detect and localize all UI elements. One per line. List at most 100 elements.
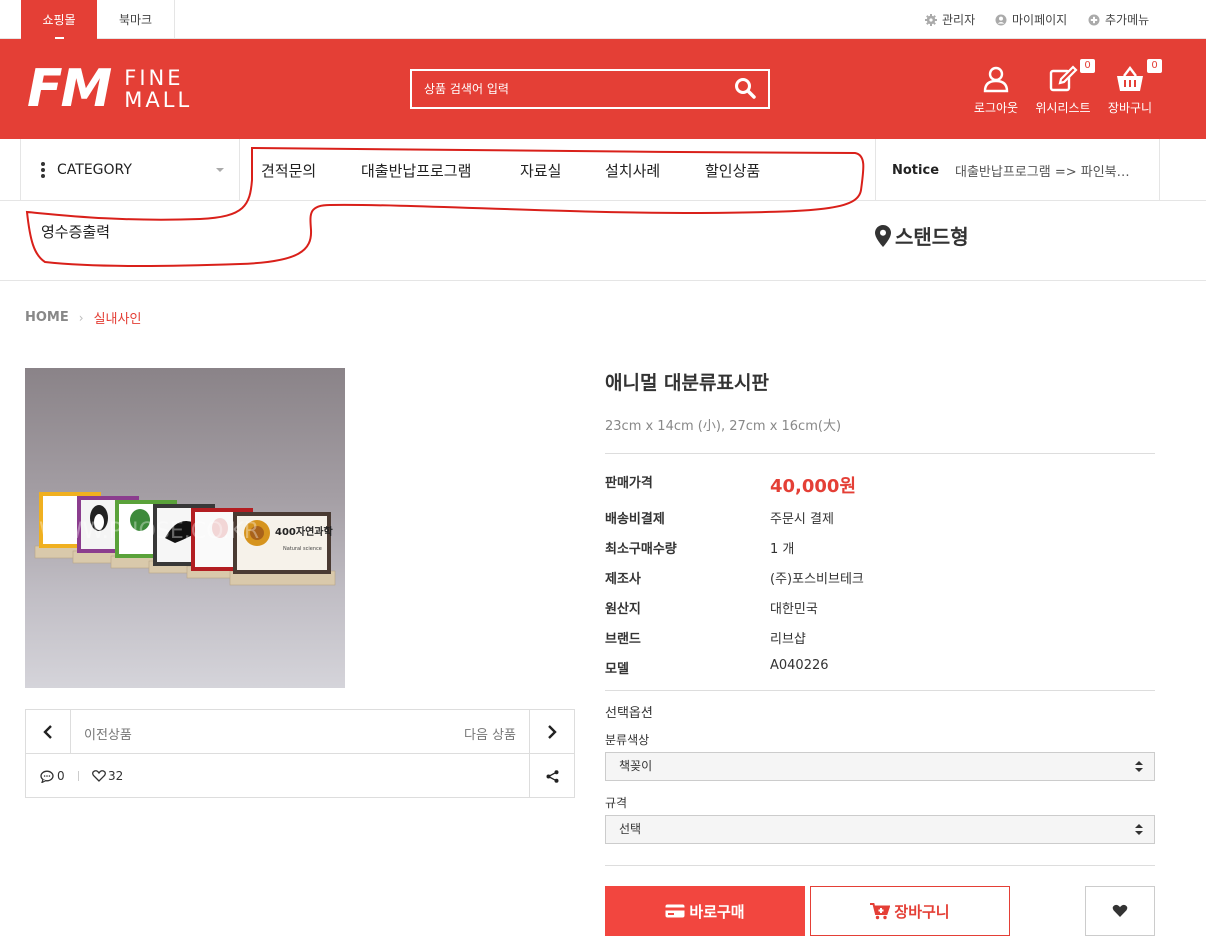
spec-key: 최소구매수량 (605, 542, 677, 557)
option-section-title: 선택옵션 (605, 706, 653, 721)
search-icon (735, 78, 756, 99)
logout-button[interactable]: 로그아웃 (961, 65, 1031, 116)
search-input[interactable] (424, 71, 724, 107)
option1-value: 책꽂이 (619, 759, 653, 773)
spec-value: (주)포스비브테크 (770, 572, 864, 587)
divider (605, 690, 1155, 691)
spec-key: 모델 (605, 662, 629, 677)
admin-label: 관리자 (942, 13, 976, 27)
category-dropdown[interactable]: CATEGORY (20, 139, 240, 201)
share-button[interactable] (529, 754, 574, 798)
search-box (410, 69, 770, 109)
comment-icon (40, 770, 54, 783)
spec-key: 원산지 (605, 602, 641, 617)
comment-count[interactable]: 0 (40, 769, 65, 783)
notice-label: Notice (892, 162, 940, 178)
next-product-button[interactable] (529, 710, 574, 754)
nav-item-installations[interactable]: 설치사례 (605, 139, 660, 201)
breadcrumb-current[interactable]: 실내사인 (94, 308, 142, 327)
wishlist-button[interactable]: 0 위시리스트 (1028, 59, 1098, 116)
location-title: 스탠드형 (875, 221, 969, 250)
spec-value: 주문시 결제 (770, 512, 834, 527)
notice-ticker[interactable]: Notice 대출반납프로그램 => 파인북… (875, 139, 1160, 201)
site-logo[interactable]: FM FINE MALL (27, 63, 192, 115)
basket-icon (1117, 66, 1143, 91)
more-menu-label: 추가메뉴 (1105, 13, 1150, 27)
wishlist-count-badge: 0 (1080, 59, 1095, 73)
card-subtitle: Natural science (283, 546, 322, 552)
location-label: 스탠드형 (895, 225, 969, 249)
cart-label: 장바구니 (1107, 101, 1153, 115)
chevron-left-icon (43, 725, 52, 739)
chevron-right-icon (548, 725, 557, 739)
spec-key: 브랜드 (605, 632, 641, 647)
nav-item-loan-program[interactable]: 대출반납프로그램 (361, 139, 471, 201)
updown-arrow-icon (1135, 824, 1143, 836)
chevron-right-icon: › (78, 310, 84, 325)
user-circle-icon (995, 14, 1007, 25)
next-product-label[interactable]: 다음 상품 (464, 724, 516, 743)
spec-key: 배송비결제 (605, 512, 665, 527)
tab-shoppingmall[interactable]: 쇼핑몰 (21, 0, 97, 39)
mypage-link[interactable]: 마이페이지 (995, 0, 1067, 39)
watermark-text: WWW.PHOSE.CO.KR (39, 519, 259, 544)
option2-label: 규격 (605, 796, 628, 810)
nav-item-archive[interactable]: 자료실 (520, 139, 561, 201)
spec-key: 판매가격 (605, 476, 653, 491)
credit-card-icon (665, 904, 685, 918)
price-value: 40,000원 (770, 476, 857, 497)
like-count-value: 32 (108, 769, 124, 783)
cart-plus-icon (870, 902, 891, 919)
cart-count-badge: 0 (1147, 59, 1162, 73)
option1-label: 분류색상 (605, 733, 650, 747)
breadcrumb-home[interactable]: HOME (25, 310, 69, 325)
breadcrumb: HOME › 실내사인 (25, 308, 141, 327)
nav-item-sale[interactable]: 할인상품 (705, 139, 760, 201)
pager-row: 이전상품 다음 상품 (26, 710, 574, 754)
spec-value: 리브샵 (770, 632, 806, 647)
category-label: CATEGORY (57, 162, 132, 178)
secondary-nav: 영수증출력 스탠드형 (0, 201, 1206, 281)
spec-value: 1 개 (770, 542, 795, 557)
logo-sub-text: FINE MALL (124, 67, 192, 111)
wishlist-heart-button[interactable] (1085, 886, 1155, 936)
logout-label: 로그아웃 (973, 101, 1019, 115)
logo-sub-line2: MALL (124, 88, 193, 112)
tab-label: 쇼핑몰 (42, 13, 76, 27)
comment-count-value: 0 (57, 769, 65, 783)
tab-label: 북마크 (118, 13, 153, 27)
spec-value: A040226 (770, 658, 829, 673)
option2-select[interactable]: 선택 (605, 815, 1155, 844)
gear-icon (925, 13, 937, 26)
top-utility-bar: 쇼핑몰 북마크 관리자 마이페이지 추가메뉴 (0, 0, 1206, 39)
updown-arrow-icon (1135, 761, 1143, 773)
divider (605, 865, 1155, 866)
nav-item-quote[interactable]: 견적문의 (261, 139, 316, 201)
cart-button[interactable]: 0 장바구니 (1095, 59, 1165, 116)
share-icon (546, 769, 558, 783)
logo-sub-line1: FINE (124, 66, 184, 90)
kebab-icon (41, 160, 45, 180)
heart-outline-icon (92, 770, 106, 782)
nav-item-receipt[interactable]: 영수증출력 (41, 221, 110, 242)
search-button[interactable] (734, 77, 758, 101)
card-title: 400자연과학 (275, 525, 333, 538)
product-size: 23cm x 14cm (小), 27cm x 16cm(大) (605, 419, 842, 434)
wishlist-label: 위시리스트 (1035, 101, 1091, 115)
prev-product-label[interactable]: 이전상품 (84, 724, 132, 743)
social-row: 0 32 (26, 754, 574, 798)
admin-link[interactable]: 관리자 (925, 0, 975, 39)
option2-value: 선택 (619, 822, 642, 836)
notice-text[interactable]: 대출반납프로그램 => 파인북… (955, 161, 1145, 180)
edit-icon (1049, 65, 1078, 92)
buy-now-button[interactable]: 바로구매 (605, 886, 805, 936)
prev-product-button[interactable] (26, 710, 71, 754)
divider (605, 453, 1155, 454)
spec-value: 대한민국 (770, 602, 818, 617)
product-image[interactable]: 400자연과학 Natural science WWW.PHOSE.CO.KR (25, 368, 345, 688)
more-menu-link[interactable]: 추가메뉴 (1088, 0, 1149, 39)
option1-select[interactable]: 책꽂이 (605, 752, 1155, 781)
add-to-cart-button[interactable]: 장바구니 (810, 886, 1010, 936)
like-count[interactable]: 32 (92, 769, 123, 783)
tab-bookmark[interactable]: 북마크 (97, 0, 175, 39)
